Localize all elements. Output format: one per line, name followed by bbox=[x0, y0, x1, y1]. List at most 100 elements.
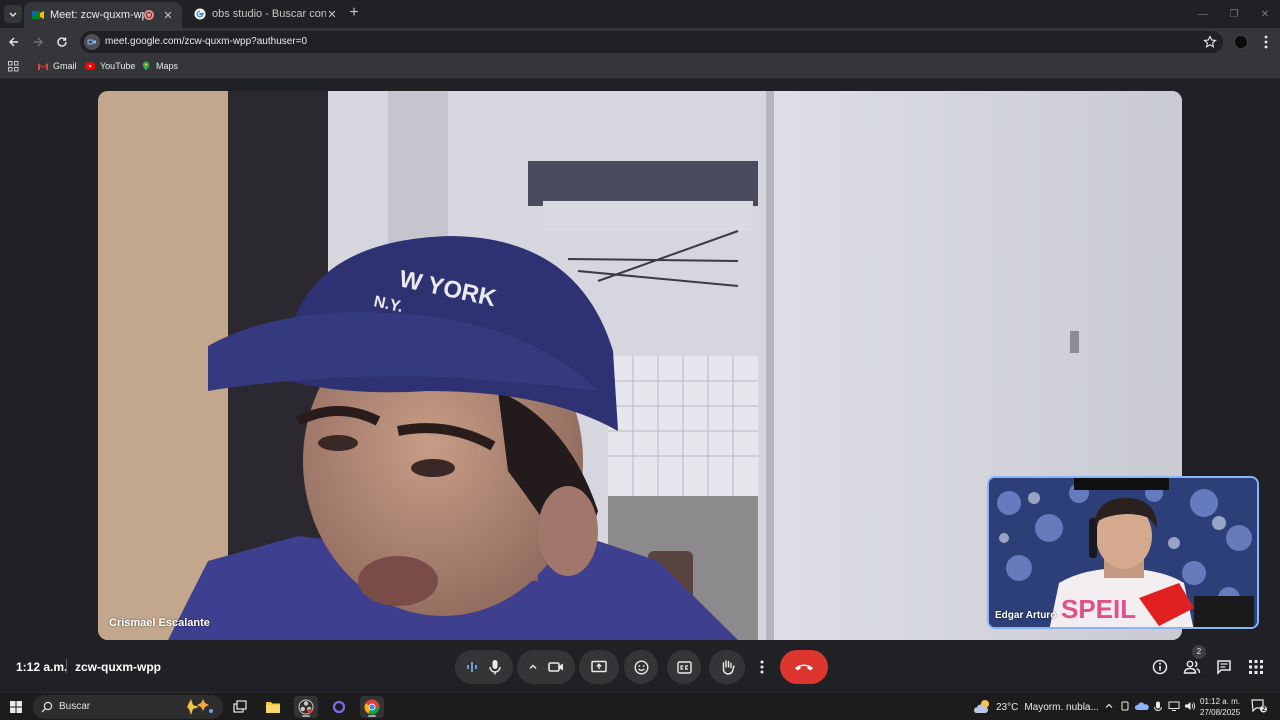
meeting-code: zcw-quxm-wpp bbox=[75, 660, 161, 674]
captions-icon bbox=[676, 660, 692, 674]
new-tab-button[interactable]: + bbox=[346, 5, 362, 21]
weather-widget[interactable]: 23°C Mayorm. nubla... bbox=[973, 699, 1099, 715]
chrome-icon bbox=[364, 699, 380, 715]
copilot-sparkle-icon bbox=[179, 698, 217, 716]
bookmark-label: YouTube bbox=[100, 61, 136, 71]
microphone-tray-icon[interactable] bbox=[1153, 701, 1163, 713]
reload-button[interactable] bbox=[54, 34, 70, 50]
meet-stage: W YORK N.Y. Crismael Escalante SPEIL Edg… bbox=[0, 78, 1280, 692]
chevron-up-icon bbox=[528, 662, 538, 672]
close-tab-icon[interactable]: ✕ bbox=[162, 9, 174, 22]
task-view-icon bbox=[233, 700, 247, 714]
microphone-button[interactable] bbox=[455, 650, 513, 684]
back-button[interactable] bbox=[6, 34, 22, 50]
raise-hand-button[interactable] bbox=[709, 650, 745, 684]
arrow-left-icon bbox=[8, 36, 20, 48]
tab-title: obs studio - Buscar con Google bbox=[212, 8, 326, 20]
captions-button[interactable] bbox=[667, 650, 701, 684]
reload-icon bbox=[56, 36, 68, 48]
audio-level-icon bbox=[466, 660, 478, 674]
maps-icon bbox=[141, 61, 151, 71]
obs-icon bbox=[298, 699, 314, 715]
present-screen-button[interactable] bbox=[579, 650, 619, 684]
arrow-right-icon bbox=[32, 36, 44, 48]
microphone-icon bbox=[488, 659, 502, 675]
chrome-button[interactable] bbox=[360, 696, 384, 718]
cloud-moon-icon bbox=[973, 699, 991, 715]
meeting-details-button[interactable] bbox=[1150, 657, 1170, 677]
clock-date: 27/08/2025 bbox=[1200, 708, 1241, 717]
file-explorer-button[interactable] bbox=[261, 696, 285, 718]
self-participant-name: Edgar Arturo bbox=[995, 610, 1057, 621]
bookmark-maps[interactable]: Maps bbox=[141, 61, 178, 71]
shirt-text: SPEIL bbox=[1061, 594, 1136, 624]
url-text: meet.google.com/zcw-quxm-wpp?authuser=0 bbox=[105, 36, 308, 47]
people-icon bbox=[1183, 660, 1201, 674]
call-end-icon bbox=[794, 662, 814, 672]
forward-button[interactable] bbox=[30, 34, 46, 50]
task-view-button[interactable] bbox=[228, 696, 252, 718]
more-vert-icon bbox=[759, 659, 765, 675]
tab-title: Meet: zcw-quxm-wpp bbox=[50, 9, 144, 21]
info-icon bbox=[1152, 659, 1168, 675]
apps-grid-icon[interactable] bbox=[8, 61, 19, 72]
cortana-button[interactable] bbox=[327, 696, 351, 718]
chevron-down-icon bbox=[8, 9, 18, 19]
network-icon[interactable] bbox=[1168, 701, 1180, 711]
close-window-button[interactable]: ✕ bbox=[1249, 0, 1280, 28]
tab-google-search[interactable]: obs studio - Buscar con Google ✕ bbox=[186, 2, 346, 26]
volume-icon[interactable] bbox=[1184, 701, 1196, 711]
windows-start-icon[interactable] bbox=[10, 701, 22, 713]
taskbar-search[interactable]: Buscar bbox=[33, 695, 223, 719]
divider bbox=[66, 659, 67, 673]
present-screen-icon bbox=[591, 660, 607, 674]
people-button[interactable] bbox=[1182, 657, 1202, 677]
bookmark-youtube[interactable]: YouTube bbox=[85, 61, 135, 71]
bookmarks-bar: Gmail YouTube Maps bbox=[0, 56, 1280, 78]
device-icon[interactable] bbox=[1120, 701, 1130, 711]
emoji-icon bbox=[633, 659, 649, 675]
recording-indicator-icon bbox=[144, 10, 154, 20]
cortana-ring-icon bbox=[332, 700, 346, 714]
browser-tabstrip: Meet: zcw-quxm-wpp ✕ obs studio - Buscar… bbox=[0, 0, 1280, 28]
bookmark-label: Maps bbox=[156, 61, 179, 71]
activities-button[interactable] bbox=[1246, 657, 1266, 677]
chat-button[interactable] bbox=[1214, 657, 1234, 677]
self-view-tile[interactable]: SPEIL Edgar Arturo bbox=[987, 476, 1259, 629]
windows-taskbar: Buscar 23°C Mayorm. nubla... 01:12 a. m.… bbox=[0, 692, 1280, 720]
profile-avatar[interactable] bbox=[1234, 35, 1248, 49]
tab-search-button[interactable] bbox=[4, 5, 22, 23]
meeting-time: 1:12 a.m. bbox=[16, 660, 68, 674]
site-info-button[interactable] bbox=[84, 34, 100, 50]
more-vert-icon[interactable] bbox=[1259, 34, 1273, 50]
google-favicon-icon bbox=[194, 8, 206, 20]
search-placeholder: Buscar bbox=[59, 701, 91, 712]
meet-favicon-icon bbox=[32, 9, 44, 21]
bookmark-label: Gmail bbox=[53, 61, 77, 71]
hand-icon bbox=[720, 659, 735, 675]
apps-grid-icon bbox=[1249, 660, 1263, 674]
camera-site-icon bbox=[87, 37, 97, 47]
onedrive-icon[interactable] bbox=[1135, 701, 1149, 711]
obs-studio-button[interactable] bbox=[294, 696, 318, 718]
people-count-badge: 2 bbox=[1192, 645, 1206, 659]
gmail-icon bbox=[38, 61, 48, 71]
camera-button[interactable] bbox=[517, 650, 575, 684]
reactions-button[interactable] bbox=[624, 650, 658, 684]
browser-toolbar: meet.google.com/zcw-quxm-wpp?authuser=0 bbox=[0, 28, 1280, 56]
minimize-button[interactable]: — bbox=[1187, 0, 1219, 28]
search-icon bbox=[41, 701, 53, 713]
restore-button[interactable]: ❐ bbox=[1218, 0, 1250, 28]
chevron-up-icon[interactable] bbox=[1104, 701, 1114, 711]
videocam-icon bbox=[548, 660, 564, 674]
address-bar[interactable]: meet.google.com/zcw-quxm-wpp?authuser=0 bbox=[80, 31, 1223, 53]
more-options-button[interactable] bbox=[750, 650, 774, 684]
leave-call-button[interactable] bbox=[780, 650, 828, 684]
tab-meet[interactable]: Meet: zcw-quxm-wpp ✕ bbox=[24, 2, 182, 28]
system-clock[interactable]: 01:12 a. m. 27/08/2025 bbox=[1200, 696, 1240, 718]
close-tab-icon[interactable]: ✕ bbox=[326, 8, 338, 21]
bookmark-star-icon[interactable] bbox=[1203, 35, 1217, 49]
clock-time: 01:12 a. m. bbox=[1200, 697, 1241, 706]
youtube-icon bbox=[85, 61, 95, 71]
bookmark-gmail[interactable]: Gmail bbox=[38, 61, 77, 71]
